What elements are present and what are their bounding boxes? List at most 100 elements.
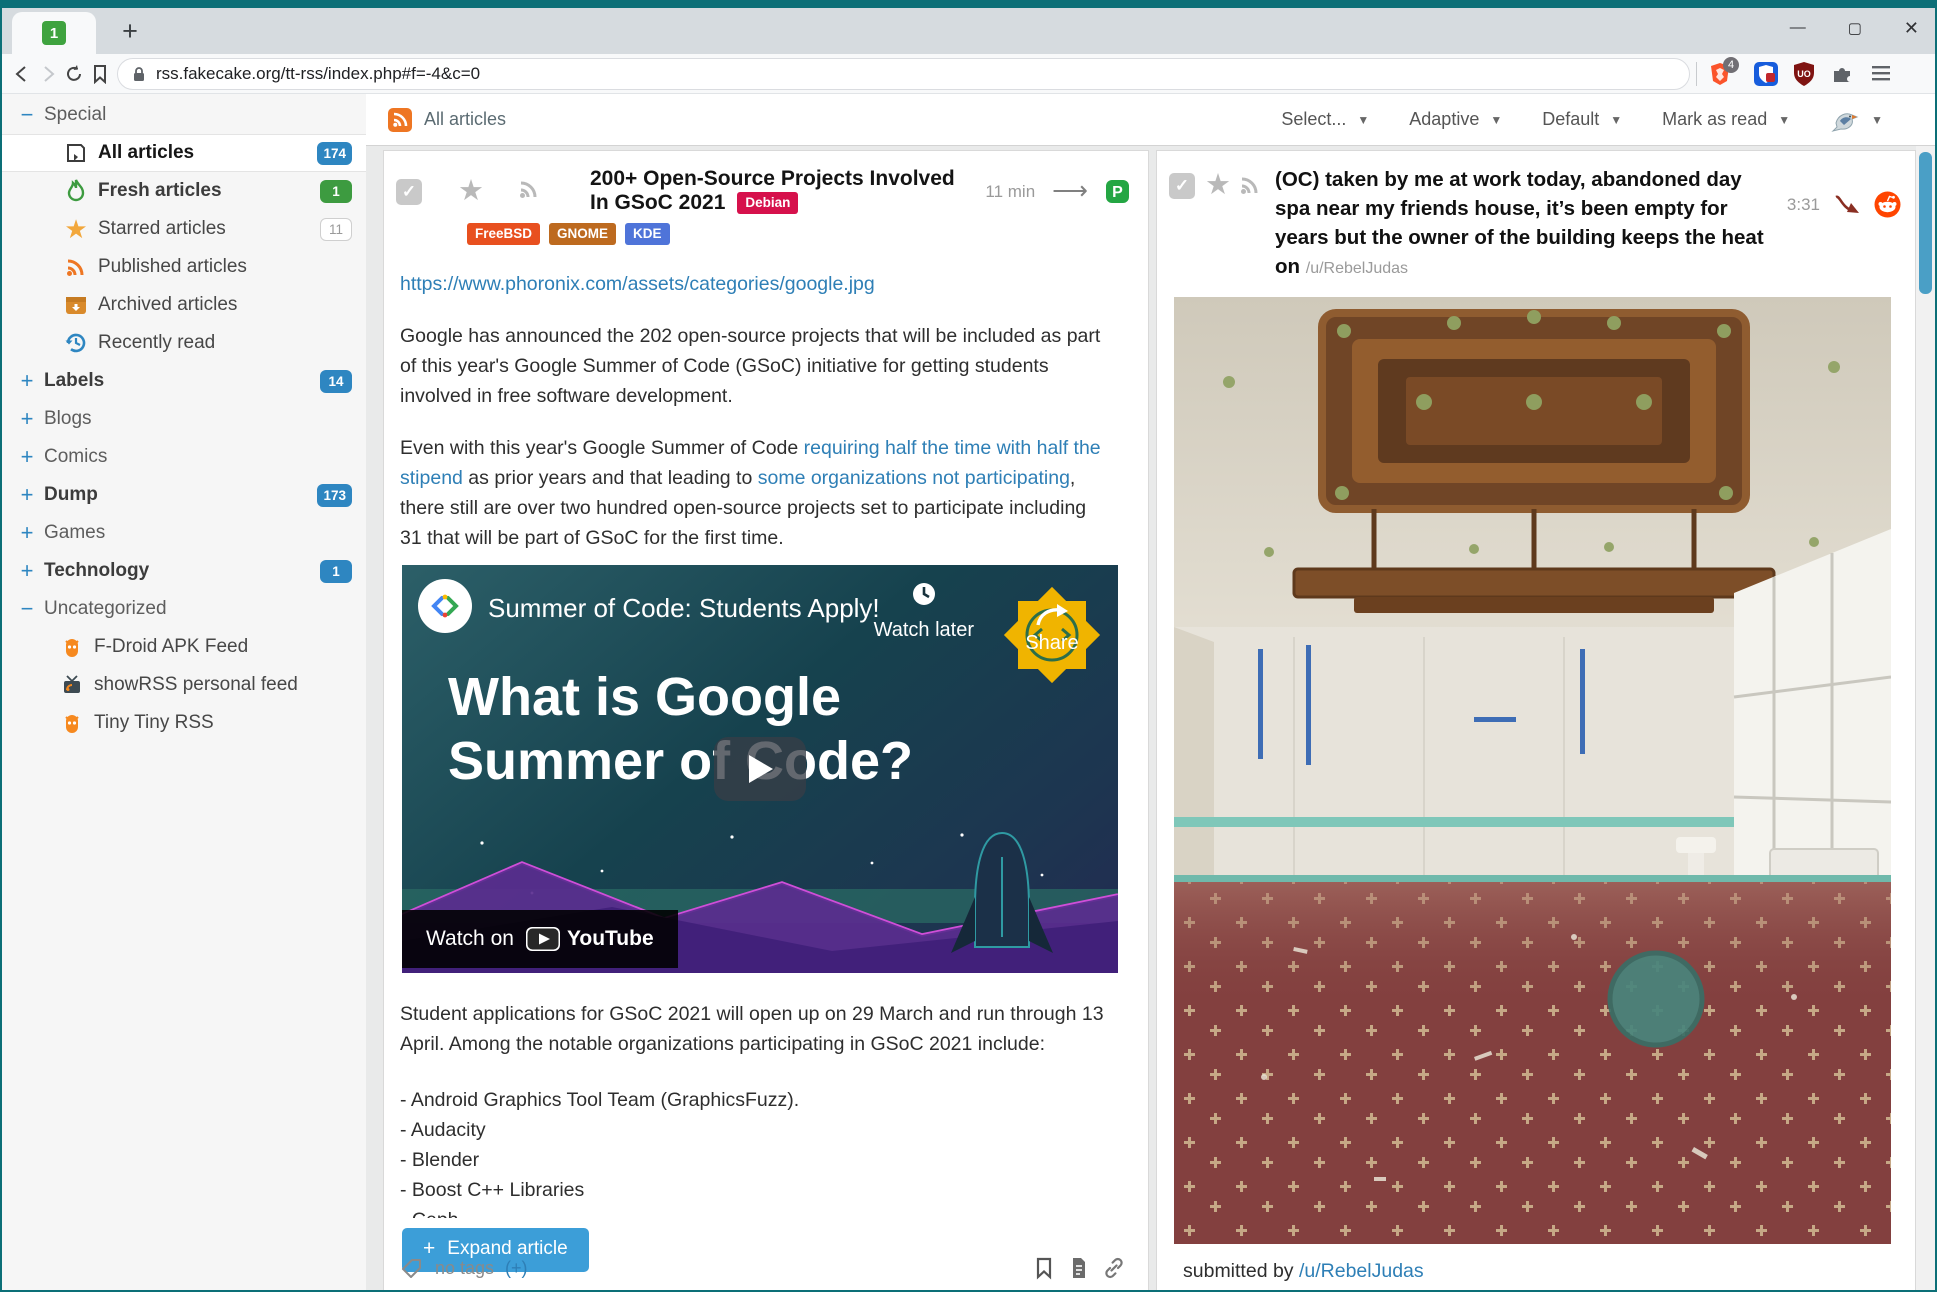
submitted-author-link[interactable]: /u/RebelJudas bbox=[1299, 1260, 1424, 1282]
browser-menu-icon[interactable] bbox=[1869, 61, 1895, 87]
collapse-icon[interactable]: − bbox=[18, 598, 36, 620]
select-dropdown[interactable]: Select...▼ bbox=[1281, 109, 1369, 130]
view-mode-dropdown[interactable]: Adaptive▼ bbox=[1409, 109, 1502, 130]
add-tag-link[interactable]: (+) bbox=[505, 1258, 528, 1279]
label-badge-freebsd: FreeBSD bbox=[467, 223, 540, 245]
article-photo[interactable] bbox=[1174, 297, 1891, 1244]
sidebar-category-labels[interactable]: + Labels 14 bbox=[2, 362, 366, 400]
bitwarden-icon[interactable] bbox=[1753, 61, 1779, 87]
rss-icon bbox=[64, 255, 88, 279]
sidebar-item-starred-articles[interactable]: ★ Starred articles 11 bbox=[2, 210, 366, 248]
play-button[interactable] bbox=[714, 737, 806, 801]
submitted-by-label: submitted by bbox=[1183, 1260, 1299, 1282]
article-checkbox[interactable]: ✓ bbox=[1169, 173, 1195, 199]
view-source-icon[interactable] bbox=[1067, 1256, 1091, 1280]
reader-icon bbox=[64, 141, 88, 165]
reload-icon[interactable] bbox=[62, 62, 86, 86]
article-link-icon[interactable] bbox=[1102, 1256, 1126, 1280]
extensions-puzzle-icon[interactable] bbox=[1829, 61, 1855, 87]
browser-tab[interactable]: 1 bbox=[12, 12, 96, 54]
category-label: Labels bbox=[44, 370, 104, 392]
sidebar-item-label: Starred articles bbox=[98, 218, 226, 240]
play-icon bbox=[745, 753, 775, 785]
unread-count-badge: 173 bbox=[317, 484, 352, 507]
open-original-arrow-icon[interactable]: ⟶ bbox=[1052, 179, 1088, 204]
mark-as-read-dropdown[interactable]: Mark as read▼ bbox=[1662, 109, 1790, 130]
share-trend-arrow-icon[interactable] bbox=[1833, 193, 1861, 217]
expand-icon[interactable]: + bbox=[18, 522, 36, 544]
url-text: rss.fakecake.org/tt-rss/index.php#f=-4&c… bbox=[156, 64, 480, 84]
expand-icon[interactable]: + bbox=[18, 484, 36, 506]
share-button[interactable]: Share bbox=[1000, 579, 1104, 683]
sidebar-item-all-articles[interactable]: All articles 174 bbox=[2, 134, 366, 172]
watch-on-youtube-button[interactable]: Watch on YouTube bbox=[402, 910, 678, 968]
sidebar-feed-showrss[interactable]: showRSS personal feed bbox=[2, 666, 366, 704]
youtube-icon bbox=[526, 927, 560, 951]
publish-rss-icon[interactable] bbox=[518, 178, 540, 205]
sidebar-category-dump[interactable]: + Dump 173 bbox=[2, 476, 366, 514]
sidebar-item-archived-articles[interactable]: Archived articles bbox=[2, 286, 366, 324]
back-icon[interactable] bbox=[10, 62, 34, 86]
collapse-icon[interactable]: − bbox=[18, 104, 36, 126]
dropdown-label: Select... bbox=[1281, 109, 1346, 130]
article-checkbox[interactable]: ✓ bbox=[396, 179, 422, 205]
inline-link[interactable]: some organizations not participating bbox=[758, 467, 1070, 489]
svg-text:UO: UO bbox=[1797, 69, 1811, 79]
scrollbar-thumb[interactable] bbox=[1919, 152, 1932, 294]
ttrss-favicon bbox=[62, 713, 82, 733]
new-tab-button[interactable]: + bbox=[110, 8, 150, 54]
youtube-embed[interactable]: Summer of Code: Students Apply! Watch la… bbox=[402, 565, 1118, 973]
gsoc-logo-icon bbox=[428, 589, 462, 623]
sidebar-item-recently-read[interactable]: Recently read bbox=[2, 324, 366, 362]
tab-favicon: 1 bbox=[42, 21, 66, 45]
sidebar-category-blogs[interactable]: + Blogs bbox=[2, 400, 366, 438]
star-toggle-icon[interactable]: ★ bbox=[458, 177, 484, 206]
sidebar-category-uncategorized[interactable]: − Uncategorized bbox=[2, 590, 366, 628]
star-toggle-icon[interactable]: ★ bbox=[1205, 171, 1231, 200]
order-dropdown[interactable]: Default▼ bbox=[1542, 109, 1622, 130]
watch-later-button[interactable]: Watch later bbox=[874, 579, 974, 645]
profile-menu[interactable]: ▼ bbox=[1830, 107, 1883, 133]
video-headline: What is Google Summer of Code? bbox=[448, 665, 913, 793]
svg-text:P: P bbox=[1112, 184, 1123, 201]
sidebar-item-label: All articles bbox=[98, 142, 194, 164]
abandoned-spa-image bbox=[1174, 297, 1891, 1244]
list-item: - Boost C++ Libraries bbox=[400, 1175, 1104, 1205]
expand-icon[interactable]: + bbox=[18, 370, 36, 392]
video-byline[interactable]: Summer of Code: Students Apply! bbox=[488, 593, 880, 623]
sidebar-category-comics[interactable]: + Comics bbox=[2, 438, 366, 476]
sidebar-category-technology[interactable]: + Technology 1 bbox=[2, 552, 366, 590]
expand-icon[interactable]: + bbox=[18, 560, 36, 582]
bookmark-icon[interactable] bbox=[88, 62, 112, 86]
url-bar[interactable]: rss.fakecake.org/tt-rss/index.php#f=-4&c… bbox=[117, 58, 1690, 90]
bookmark-article-icon[interactable] bbox=[1032, 1256, 1056, 1280]
article-content: https://www.phoronix.com/assets/categori… bbox=[384, 249, 1148, 1272]
expand-icon[interactable]: + bbox=[18, 408, 36, 430]
article-age: 11 min bbox=[985, 182, 1035, 202]
sidebar-item-label: Fresh articles bbox=[98, 180, 222, 202]
image-link[interactable]: https://www.phoronix.com/assets/categori… bbox=[400, 269, 1104, 299]
feed-label: showRSS personal feed bbox=[94, 674, 298, 696]
channel-avatar[interactable] bbox=[418, 579, 472, 633]
sidebar-item-fresh-articles[interactable]: Fresh articles 1 bbox=[2, 172, 366, 210]
sidebar-feed-ttrss[interactable]: Tiny Tiny RSS bbox=[2, 704, 366, 742]
sidebar-category-special[interactable]: − Special bbox=[2, 96, 366, 134]
paragraph: Google has announced the 202 open-source… bbox=[400, 321, 1104, 411]
share-label: Share bbox=[1025, 628, 1078, 658]
category-label: Special bbox=[44, 104, 106, 126]
sidebar-feed-fdroid[interactable]: F-Droid APK Feed bbox=[2, 628, 366, 666]
scrollbar-track[interactable] bbox=[1916, 146, 1935, 1290]
ublock-icon[interactable]: UO bbox=[1791, 61, 1817, 87]
publish-rss-icon[interactable] bbox=[1239, 174, 1261, 201]
sidebar-item-published-articles[interactable]: Published articles bbox=[2, 248, 366, 286]
close-button[interactable]: ✕ bbox=[1904, 19, 1919, 37]
feed-label: F-Droid APK Feed bbox=[94, 636, 248, 658]
brave-badge: 4 bbox=[1723, 57, 1739, 73]
maximize-button[interactable]: ▢ bbox=[1848, 21, 1862, 36]
sidebar-category-games[interactable]: + Games bbox=[2, 514, 366, 552]
minimize-button[interactable]: — bbox=[1790, 20, 1806, 36]
feed-rss-icon bbox=[388, 108, 412, 132]
brave-shields-icon[interactable]: 4 bbox=[1707, 61, 1733, 87]
forward-icon[interactable] bbox=[36, 62, 60, 86]
expand-icon[interactable]: + bbox=[18, 446, 36, 468]
